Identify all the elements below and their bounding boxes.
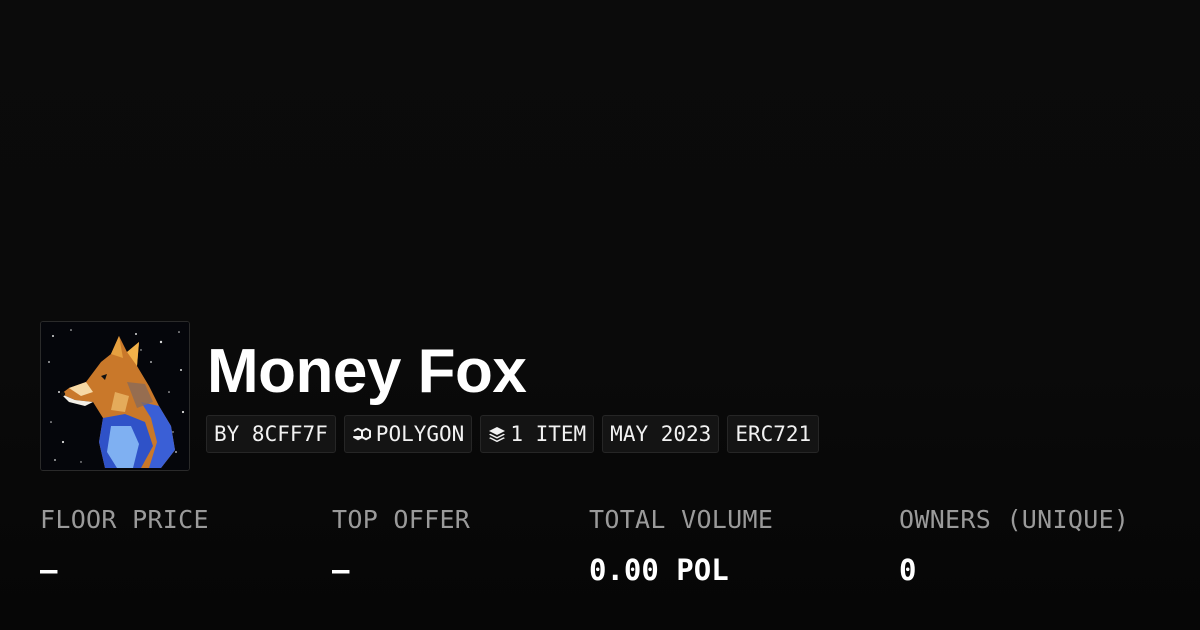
- owners-label: OWNERS (UNIQUE): [899, 505, 1130, 534]
- floor-price-value: –: [40, 553, 58, 587]
- creator-label: BY 8CFF7F: [214, 422, 328, 446]
- token-standard-label: ERC721: [735, 422, 812, 446]
- token-standard-tag: ERC721: [727, 415, 820, 453]
- collection-title: Money Fox: [207, 337, 527, 406]
- collection-tags: BY 8CFF7F POLYGON 1 ITEM MAY 2023 ERC721: [206, 415, 820, 453]
- floor-price-label: FLOOR PRICE: [40, 505, 209, 534]
- item-count-label: 1 ITEM: [510, 422, 587, 446]
- date-tag: MAY 2023: [602, 415, 720, 453]
- total-volume-label: TOTAL VOLUME: [589, 505, 774, 534]
- top-offer-value: –: [332, 553, 350, 587]
- fox-artwork-image: [41, 322, 189, 470]
- collection-avatar: [40, 321, 190, 471]
- item-count-tag[interactable]: 1 ITEM: [480, 415, 595, 453]
- polygon-chain-icon: [352, 425, 372, 443]
- owners-value: 0: [899, 553, 917, 587]
- chain-tag[interactable]: POLYGON: [343, 415, 473, 453]
- chain-label: POLYGON: [375, 422, 465, 446]
- date-label: MAY 2023: [610, 422, 712, 446]
- top-offer-label: TOP OFFER: [332, 505, 471, 534]
- layers-icon: [488, 425, 506, 443]
- creator-tag[interactable]: BY 8CFF7F: [206, 415, 336, 453]
- total-volume-value: 0.00 POL: [589, 553, 729, 587]
